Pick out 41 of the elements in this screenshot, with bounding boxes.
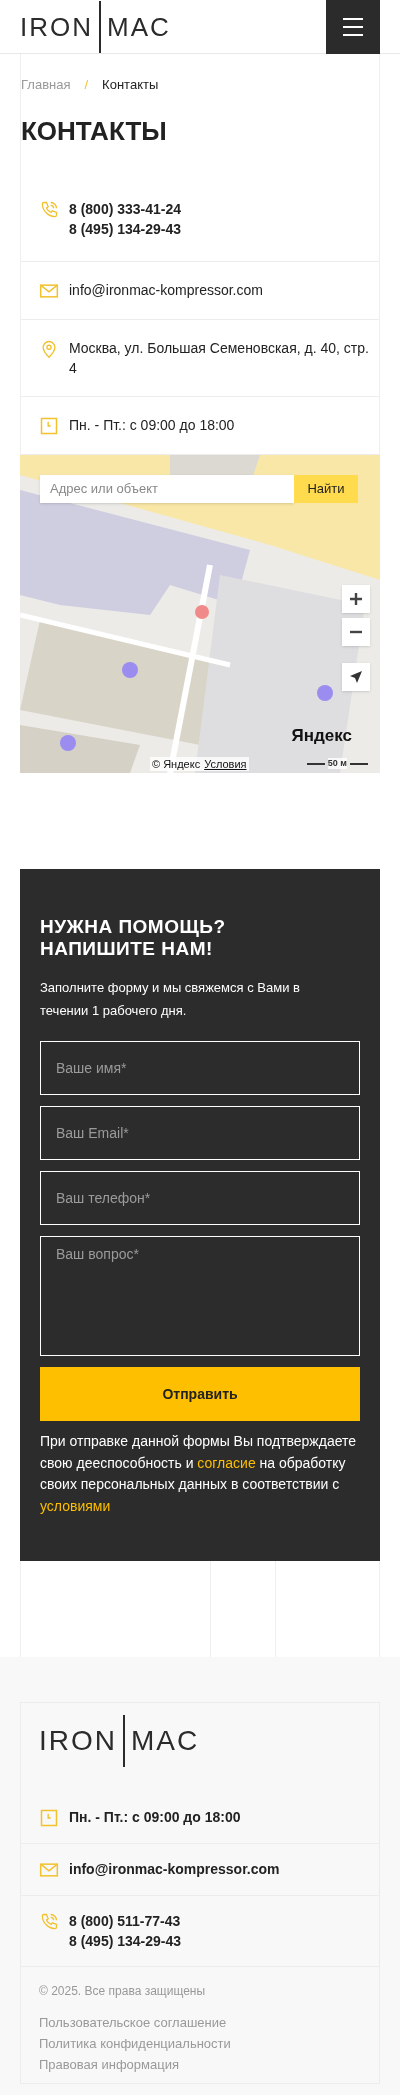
consent-link[interactable]: согласие [197, 1454, 256, 1471]
envelope-icon [39, 1860, 59, 1880]
zoom-in-button[interactable] [342, 585, 370, 613]
zoom-out-button[interactable] [342, 618, 370, 646]
form-title: НУЖНА ПОМОЩЬ? НАПИШИТЕ НАМ! [40, 916, 227, 960]
navigation-arrow-icon [349, 670, 363, 684]
question-field[interactable]: Ваш вопрос* [40, 1236, 360, 1356]
submit-button[interactable]: Отправить [40, 1367, 360, 1421]
consent-text: При отправке данной формы Вы подтверждаете свою дееспособность и согласие на обработку своих персональных данных в соответствии с условиями [40, 1432, 358, 1516]
search-button[interactable]: Найти [294, 475, 358, 503]
input-field[interactable]: Ваше имя* [40, 1041, 360, 1095]
logo[interactable]: IRON MAC [20, 0, 171, 53]
copyright-text: © 2025. Все права защищены [39, 1983, 207, 2000]
map-scale-label: 50 м [327, 758, 347, 769]
input-field[interactable]: Ваш Email* [40, 1106, 360, 1160]
phone-icon [39, 200, 59, 220]
page-title: КОНТАКТЫ [21, 115, 168, 148]
phone-numbers[interactable]: 8 (800) 511-77-43 8 (495) 134-29-43 [69, 1911, 182, 1951]
working-hours: Пн. - Пт.: с 09:00 до 18:00 [69, 416, 236, 435]
phone-numbers[interactable]: 8 (800) 333-41-24 8 (495) 134-29-43 [69, 199, 192, 239]
map-brand-logo: Яндекс [291, 727, 352, 744]
map-search-field[interactable]: Адрес или объект [40, 475, 294, 503]
logo[interactable]: IRON MAC [39, 1715, 379, 1767]
working-hours: Пн. - Пт.: с 09:00 до 18:00 [69, 1808, 241, 1827]
clock-icon [39, 1808, 59, 1828]
address-text: Москва, ул. Большая Семеновская, д. 40, стр. 4 [69, 339, 370, 378]
menu-button[interactable] [326, 0, 380, 54]
form-intro: Заполните форму и мы свяжемся с Вами в течении 1 рабочего дня. [40, 979, 301, 1020]
email-address[interactable]: info@ironmac-kompressor.com [69, 1859, 280, 1879]
breadcrumb-separator: / [84, 76, 89, 95]
phone-icon [39, 1912, 59, 1932]
clock-icon [39, 416, 59, 436]
envelope-icon [39, 281, 59, 301]
geolocation-button[interactable] [342, 663, 370, 691]
menu-icon [343, 17, 363, 36]
terms-link[interactable]: условиями [40, 1497, 111, 1514]
email-address[interactable]: info@ironmac-kompressor.com [69, 280, 273, 300]
plus-icon [349, 592, 363, 606]
input-field[interactable]: Ваш телефон* [40, 1171, 360, 1225]
terms-link[interactable]: Условия [204, 757, 247, 771]
map-copyright: © Яндекс [152, 757, 201, 771]
